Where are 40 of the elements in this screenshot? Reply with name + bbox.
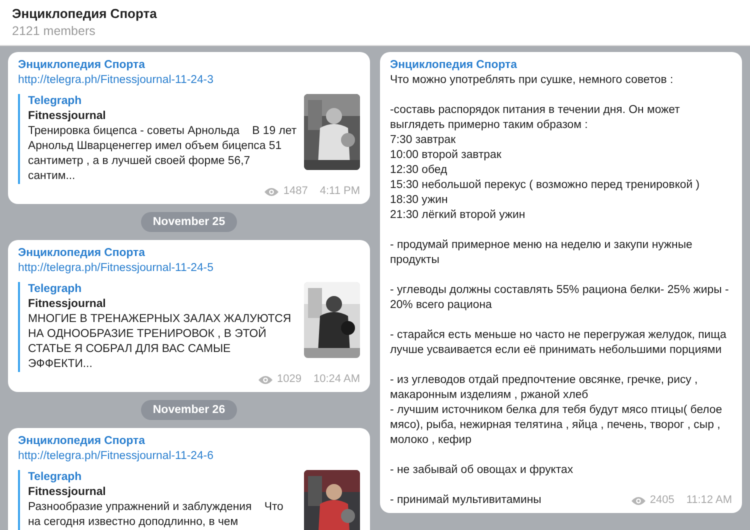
message-author: Энциклопедия Спорта xyxy=(18,246,146,261)
message-link[interactable]: http://telegra.ph/Fitnessjournal-11-24-3 xyxy=(18,73,214,88)
message-text: - продумай примерное меню на неделю и закупи нужные продукты xyxy=(390,238,694,268)
link-preview[interactable]: Telegraph Fitnessjournal МНОГИЕ В ТРЕНАЖЕРНЫХ ЗАЛАХ ЖАЛУЮТСЯ НА ОДНООБРАЗИЕ ТРЕНИРОВОК , В ЭТОЙ СТАТЬЕ Я СОБРАЛ ДЛЯ ВАС САМЫЕ ЭФФЕКТИ... xyxy=(18,282,360,372)
preview-text: Разнообразие упражнений и заблуждения Что на сегодня известно доподлинно, в чем xyxy=(28,500,284,530)
message-text: - принимай мультивитамины xyxy=(390,493,542,508)
preview-site: Telegraph xyxy=(28,470,82,485)
preview-title: Fitnessjournal xyxy=(28,297,106,312)
date-pill: November 26 xyxy=(140,400,238,420)
date-pill: November 25 xyxy=(140,212,238,232)
eye-icon xyxy=(264,186,280,196)
message-time: 10:24 AM xyxy=(314,372,360,387)
message-author: Энциклопедия Спорта xyxy=(18,58,146,73)
view-count: 2405 xyxy=(650,493,674,508)
message-text: - углеводы должны составлять 55% рациона белки- 25% жиры - 20% всего рациона xyxy=(390,283,730,313)
link-preview[interactable]: Telegraph Fitnessjournal Тренировка бицепса - советы Арнольда В 19 лет Арнольд Шварценеггер имел объем бицепса 51 сантиметр , а в лучшей своей форме 56,7 сантим... xyxy=(18,94,360,184)
view-count: 1487 xyxy=(283,184,308,199)
preview-title: Fitnessjournal xyxy=(28,109,106,124)
message-link[interactable]: http://telegra.ph/Fitnessjournal-11-24-6 xyxy=(18,449,214,464)
message-text: Что можно употреблять при сушке, немного советов : xyxy=(390,73,674,88)
eye-icon xyxy=(630,496,646,506)
message-author: Энциклопедия Спорта xyxy=(18,434,146,449)
message-text: -составь распорядок питания в течении дня. Он может выглядеть примерно таким образом : 7:30 завтрак 10:00 второй завтрак 12:30 обед 15:30 небольшой перекус ( возможно перед тренировкой ) 18:30 ужин 21:30 лёгкий второй ужин xyxy=(390,103,701,223)
message-author: Энциклопедия Спорта xyxy=(390,58,518,73)
channel-title: Энциклопедия Спорта xyxy=(12,6,158,21)
view-count: 1029 xyxy=(277,372,302,387)
message-time: 4:11 PM xyxy=(320,184,360,199)
link-preview[interactable]: Telegraph Fitnessjournal Разнообразие упражнений и заблуждения Что на сегодня известно доподлинно, в чем xyxy=(18,470,360,530)
message-text: - старайся есть меньше но часто не перегружая желудок, пища лучше усваивается если её принимать небольшими порциями xyxy=(390,328,728,358)
message-text: - из углеводов отдай предпочтение овсянке, гречке, рису , макаронным изделиям , ржаной хлеб - лучшим источником белка для тебя будут мясо птицы( белое мясо), рыба, нежирная телятина , яйца , печень, творог , сыр , молоко , кефир xyxy=(390,373,724,448)
message-time: 11:12 AM xyxy=(686,493,732,508)
member-count: 2121 members xyxy=(12,24,96,38)
preview-text: Тренировка бицепса - советы Арнольда В 19 лет Арнольд Шварценеггер имел объем бицепса 51 сантиметр , а в лучшей своей форме 56,7 сантим... xyxy=(28,124,298,184)
preview-site: Telegraph xyxy=(28,94,82,109)
message-text: - не забывай об овощах и фруктах xyxy=(390,463,574,478)
preview-text: МНОГИЕ В ТРЕНАЖЕРНЫХ ЗАЛАХ ЖАЛУЮТСЯ НА ОДНООБРАЗИЕ ТРЕНИРОВОК , В ЭТОЙ СТАТЬЕ Я СОБРАЛ ДЛЯ ВАС САМЫЕ ЭФФЕКТИ... xyxy=(28,312,292,372)
preview-title: Fitnessjournal xyxy=(28,485,106,500)
eye-icon xyxy=(258,374,274,384)
message-link[interactable]: http://telegra.ph/Fitnessjournal-11-24-5 xyxy=(18,261,214,276)
preview-site: Telegraph xyxy=(28,282,82,297)
